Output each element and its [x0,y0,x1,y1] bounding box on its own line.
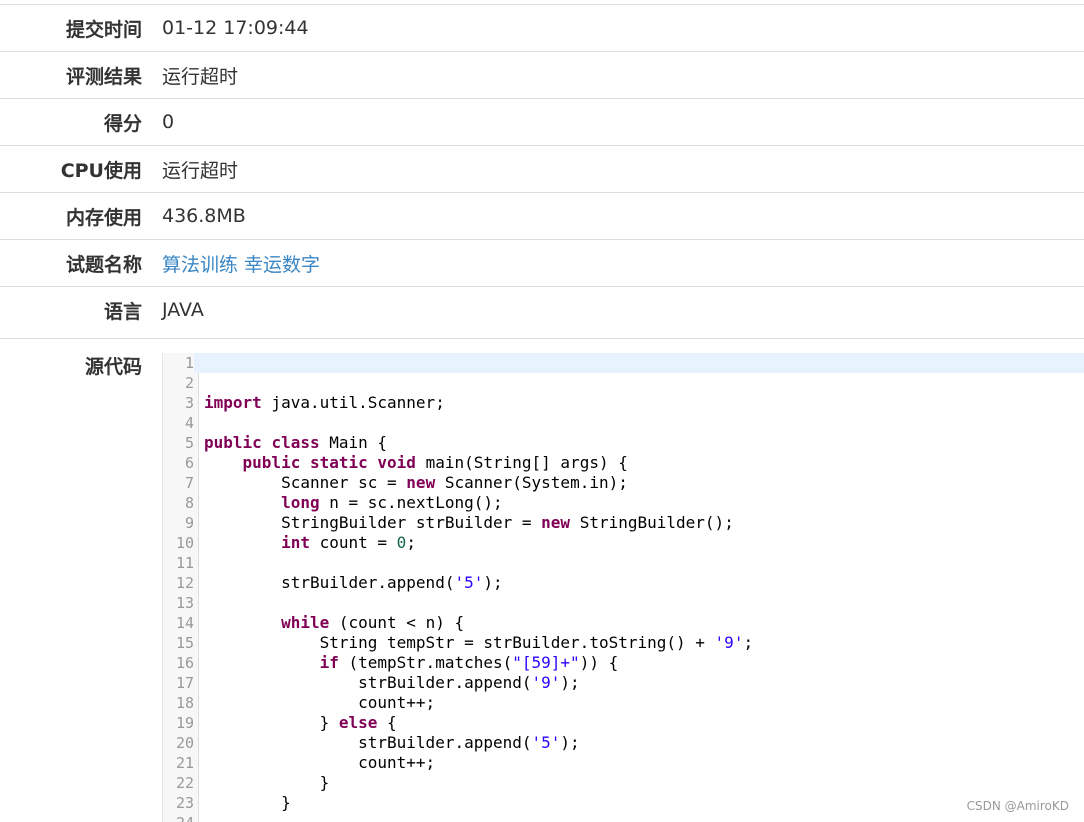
result-label: 评测结果 [65,65,142,88]
code-line: 20 strBuilder.append('5'); [163,733,1084,753]
line-number: 3 [184,394,194,412]
watermark: CSDN @AmiroKD [966,799,1069,813]
info-row-score: 得分 0 [0,98,1084,145]
info-row-language: 语言 JAVA [0,286,1084,333]
line-number: 14 [175,614,194,632]
source-label: 源代码 [84,356,142,378]
code-text: StringBuilder strBuilder = new StringBui… [204,513,734,532]
code-line: 13 [163,593,1084,613]
line-number: 10 [175,534,194,552]
code-line: 4 [163,413,1084,433]
code-text: public class Main { [204,433,388,452]
code-text: count++; [204,693,436,712]
code-line: 14 while (count < n) { [163,613,1084,633]
code-line: 7 Scanner sc = new Scanner(System.in); [163,473,1084,493]
line-number: 21 [175,754,194,772]
code-line: 8 long n = sc.nextLong(); [163,493,1084,513]
code-text: } else { [204,713,397,732]
problem-link[interactable]: 算法训练 幸运数字 [162,254,320,276]
submit-time-value: 01-12 17:09:44 [162,17,309,39]
line-number: 20 [175,734,194,752]
code-line: 10 int count = 0; [163,533,1084,553]
code-line: 11 [163,553,1084,573]
line-number: 11 [175,554,194,572]
code-text: public static void main(String[] args) { [242,453,628,472]
code-text: if (tempStr.matches("[59]+")) { [319,653,619,672]
code-line: 9 StringBuilder strBuilder = new StringB… [163,513,1084,533]
line-number: 23 [175,794,194,812]
line-number: 5 [184,434,194,452]
code-text: strBuilder.append('5'); [204,733,580,752]
code-line: 18 count++; [163,693,1084,713]
code-text: } [204,773,330,792]
line-number: 22 [175,774,194,792]
code-line: 12 strBuilder.append('5'); [163,573,1084,593]
info-row-source: 源代码 1 2 3 import java.util.Scanner; 4 5 public… [0,338,1084,822]
code-viewer[interactable]: 1 2 3 import java.util.Scanner; 4 5 public cla… [162,353,1084,822]
line-number: 9 [184,514,194,532]
line-number: 7 [184,474,194,492]
memory-label: 内存使用 [65,206,142,229]
code-line: 16 if (tempStr.matches("[59]+")) { [163,653,1084,673]
score-value: 0 [162,111,175,133]
line-number: 17 [175,674,194,692]
code-line: 22 } [163,773,1084,793]
code-text: } [204,793,291,812]
language-label: 语言 [103,300,142,323]
code-text: int count = 0; [281,533,416,552]
code-line: 6 public static void main(String[] args)… [163,453,1084,473]
code-line: 5 public class Main { [163,433,1084,453]
line-number: 4 [184,414,194,432]
code-text: count++; [204,753,436,772]
info-row-result: 评测结果 运行超时 [0,51,1084,98]
code-line: 21 count++; [163,753,1084,773]
line-number: 2 [184,374,194,392]
language-value: JAVA [162,299,204,321]
code-line: 17 strBuilder.append('9'); [163,673,1084,693]
code-line: 1 [163,353,1084,373]
code-text: while (count < n) { [281,613,465,632]
cpu-label: CPU使用 [60,159,142,182]
line-number: 15 [175,634,194,652]
line-number: 8 [184,494,194,512]
line-number: 18 [175,694,194,712]
result-value: 运行超时 [162,65,239,88]
line-number: 19 [175,714,194,732]
code-line: 15 String tempStr = strBuilder.toString(… [163,633,1084,653]
info-row-problem: 试题名称 算法训练 幸运数字 [0,239,1084,286]
code-text: Scanner sc = new Scanner(System.in); [204,473,628,492]
line-number: 13 [175,594,194,612]
score-label: 得分 [103,112,142,135]
code-line: 2 [163,373,1084,393]
code-text: String tempStr = strBuilder.toString() +… [204,633,754,652]
code-text: import java.util.Scanner; [204,393,445,412]
submit-time-label: 提交时间 [65,18,142,41]
code-text: strBuilder.append('5'); [204,573,503,592]
line-number: 12 [175,574,194,592]
problem-label: 试题名称 [65,253,142,276]
code-line: 3 import java.util.Scanner; [163,393,1084,413]
line-number: 16 [175,654,194,672]
code-text: strBuilder.append('9'); [204,673,580,692]
line-number: 1 [163,353,194,373]
code-line: 23 } [163,793,1084,813]
code-text: long n = sc.nextLong(); [281,493,503,512]
cpu-value: 运行超时 [162,159,239,182]
code-line: 19 } else { [163,713,1084,733]
problem-value-cell: 算法训练 幸运数字 [162,250,320,277]
line-number: 6 [184,454,194,472]
info-row-cpu: CPU使用 运行超时 [0,145,1084,192]
info-row-submit-time: 提交时间 01-12 17:09:44 [0,4,1084,51]
memory-value: 436.8MB [162,205,246,227]
info-row-memory: 内存使用 436.8MB [0,192,1084,239]
submission-info-table: 提交时间 01-12 17:09:44 评测结果 运行超时 得分 0 CPU使用… [0,4,1084,333]
